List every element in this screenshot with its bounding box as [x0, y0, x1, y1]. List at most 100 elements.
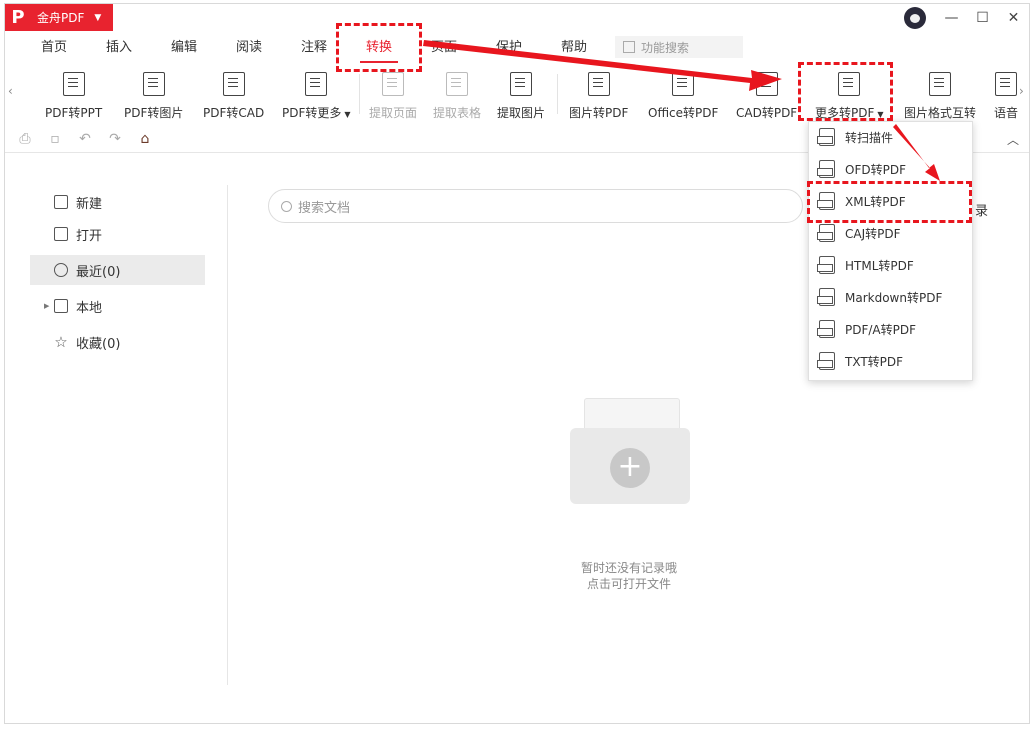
cad-to-pdf-icon	[755, 72, 778, 96]
tool-label: Office转PDF	[648, 106, 719, 120]
dropdown-item-caj-to-pdf[interactable]: CAJ转PDF	[809, 218, 972, 248]
tool-extract-table[interactable]: 提取表格	[433, 70, 481, 126]
user-avatar[interactable]	[904, 7, 926, 29]
tool-image-format-convert[interactable]: 图片格式互转	[904, 70, 976, 126]
separator	[359, 74, 360, 114]
more-to-pdf-dropdown: 转扫描件 OFD转PDF XML转PDF CAJ转PDF HTML转PDF Ma…	[808, 121, 973, 381]
menu-help[interactable]: 帮助	[561, 38, 587, 58]
txt-file-icon	[817, 352, 835, 370]
document-search-input[interactable]: 搜索文档	[268, 189, 803, 223]
dropdown-item-html-to-pdf[interactable]: HTML转PDF	[809, 250, 972, 280]
pdf-to-cad-icon	[222, 72, 245, 96]
sidebar-item-label: 打开	[76, 228, 103, 244]
tool-more-to-pdf[interactable]: 更多转PDF ▼	[815, 70, 884, 126]
print-icon[interactable]: ⎙	[17, 132, 33, 146]
dropdown-item-label: CAJ转PDF	[845, 226, 901, 241]
extract-page-icon	[382, 72, 404, 96]
sidebar-item-recent[interactable]: 最近(0)	[30, 255, 205, 285]
tool-label: PDF转图片	[124, 106, 184, 120]
caret-down-icon: ▼	[877, 110, 884, 119]
dropdown-item-to-scan[interactable]: 转扫描件	[809, 122, 972, 152]
dropdown-item-ofd-to-pdf[interactable]: OFD转PDF	[809, 154, 972, 184]
sidebar-item-local[interactable]: ▶ 本地	[30, 291, 205, 321]
menu-insert[interactable]: 插入	[106, 38, 132, 58]
dropdown-item-xml-to-pdf[interactable]: XML转PDF	[809, 186, 972, 216]
chevron-right-icon[interactable]: ›	[1019, 84, 1024, 98]
menu-home[interactable]: 首页	[41, 38, 67, 58]
tool-extract-image[interactable]: 提取图片	[497, 70, 545, 126]
tool-label-wrap: 更多转PDF ▼	[815, 104, 884, 121]
expand-arrow-icon[interactable]: ▶	[44, 302, 49, 310]
tool-label-wrap: PDF转更多 ▼	[282, 104, 351, 121]
tool-pdf-to-image[interactable]: PDF转图片	[124, 70, 183, 126]
separator	[557, 74, 558, 114]
menu-edit[interactable]: 编辑	[171, 38, 197, 58]
pdf-to-more-icon	[305, 72, 328, 96]
pdfa-file-icon	[817, 320, 835, 338]
dropdown-item-markdown-to-pdf[interactable]: Markdown转PDF	[809, 282, 972, 312]
caret-down-icon: ▼	[344, 110, 351, 119]
xml-file-icon	[817, 192, 835, 210]
tool-voice[interactable]: 语音	[994, 70, 1018, 126]
redo-icon[interactable]: ↷	[107, 132, 123, 146]
tool-pdf-to-more[interactable]: PDF转更多 ▼	[282, 70, 351, 126]
empty-message: 暂时还没有记录哦	[580, 561, 677, 575]
home-icon[interactable]: ⌂	[137, 132, 153, 146]
dropdown-item-txt-to-pdf[interactable]: TXT转PDF	[809, 346, 972, 376]
empty-hint[interactable]: 点击可打开文件	[529, 575, 729, 592]
computer-icon	[54, 299, 68, 313]
sidebar-item-open[interactable]: 打开	[30, 219, 205, 249]
chevron-left-icon[interactable]: ‹	[8, 84, 13, 98]
office-to-pdf-icon	[672, 72, 695, 96]
html-file-icon	[817, 256, 835, 274]
search-icon	[281, 200, 292, 212]
save-icon[interactable]: ▫	[47, 132, 63, 146]
menu-protect[interactable]: 保护	[496, 38, 522, 58]
title-bar: P 金舟PDF ▼ — ☐ ✕	[5, 4, 1029, 34]
menu-annotate[interactable]: 注释	[301, 38, 327, 58]
tool-extract-page[interactable]: 提取页面	[369, 70, 417, 126]
sidebar-item-label: 最近(0)	[76, 264, 121, 280]
tool-label: 更多转PDF	[815, 106, 875, 120]
search-icon	[623, 41, 635, 53]
tool-label: PDF转更多	[282, 106, 342, 120]
window-controls: — ☐ ✕	[904, 4, 1029, 32]
new-file-icon	[54, 195, 68, 209]
open-file-icon	[54, 227, 68, 241]
tool-office-to-pdf[interactable]: Office转PDF	[648, 70, 718, 126]
partial-label: 录	[975, 204, 989, 219]
caret-down-icon: ▼	[94, 12, 102, 23]
tool-label: 提取图片	[497, 106, 546, 120]
sidebar-item-favorites[interactable]: ☆ 收藏(0)	[30, 327, 205, 357]
tool-image-to-pdf[interactable]: 图片转PDF	[569, 70, 628, 126]
star-icon: ☆	[54, 333, 68, 351]
empty-folder-illustration[interactable]: +	[570, 398, 690, 508]
chevron-up-icon[interactable]: ︿	[1007, 131, 1019, 148]
dropdown-item-label: TXT转PDF	[845, 354, 904, 369]
app-logo-icon: P	[11, 7, 25, 28]
minimize-button[interactable]: —	[936, 4, 967, 32]
menu-read[interactable]: 阅读	[236, 38, 262, 58]
tool-pdf-to-cad[interactable]: PDF转CAD	[203, 70, 264, 126]
undo-icon[interactable]: ↶	[77, 132, 93, 146]
plus-icon: +	[610, 448, 650, 488]
tool-label: 提取页面	[369, 106, 418, 120]
app-name: 金舟PDF	[37, 11, 85, 25]
tool-pdf-to-ppt[interactable]: PDF转PPT	[45, 70, 102, 126]
function-search-input[interactable]: 功能搜索	[615, 36, 743, 58]
close-button[interactable]: ✕	[998, 4, 1029, 32]
dropdown-item-pdfa-to-pdf[interactable]: PDF/A转PDF	[809, 314, 972, 344]
sidebar-item-new[interactable]: 新建	[30, 187, 205, 217]
pdf-to-ppt-icon	[62, 72, 85, 96]
function-search-placeholder: 功能搜索	[641, 40, 690, 55]
image-to-pdf-icon	[587, 72, 610, 96]
sidebar-item-label: 本地	[76, 300, 103, 316]
ribbon-toolbar: ‹ PDF转PPT PDF转图片 PDF转CAD PDF转更多 ▼ 提取页面 提取…	[5, 62, 1029, 128]
menu-page[interactable]: 页面	[431, 38, 457, 58]
menu-convert[interactable]: 转换	[359, 38, 399, 63]
tool-cad-to-pdf[interactable]: CAD转PDF	[736, 70, 797, 126]
tool-label: 语音	[994, 106, 1019, 120]
caj-file-icon	[817, 224, 835, 242]
maximize-button[interactable]: ☐	[967, 4, 998, 32]
app-menu-button[interactable]: P 金舟PDF ▼	[5, 4, 113, 31]
